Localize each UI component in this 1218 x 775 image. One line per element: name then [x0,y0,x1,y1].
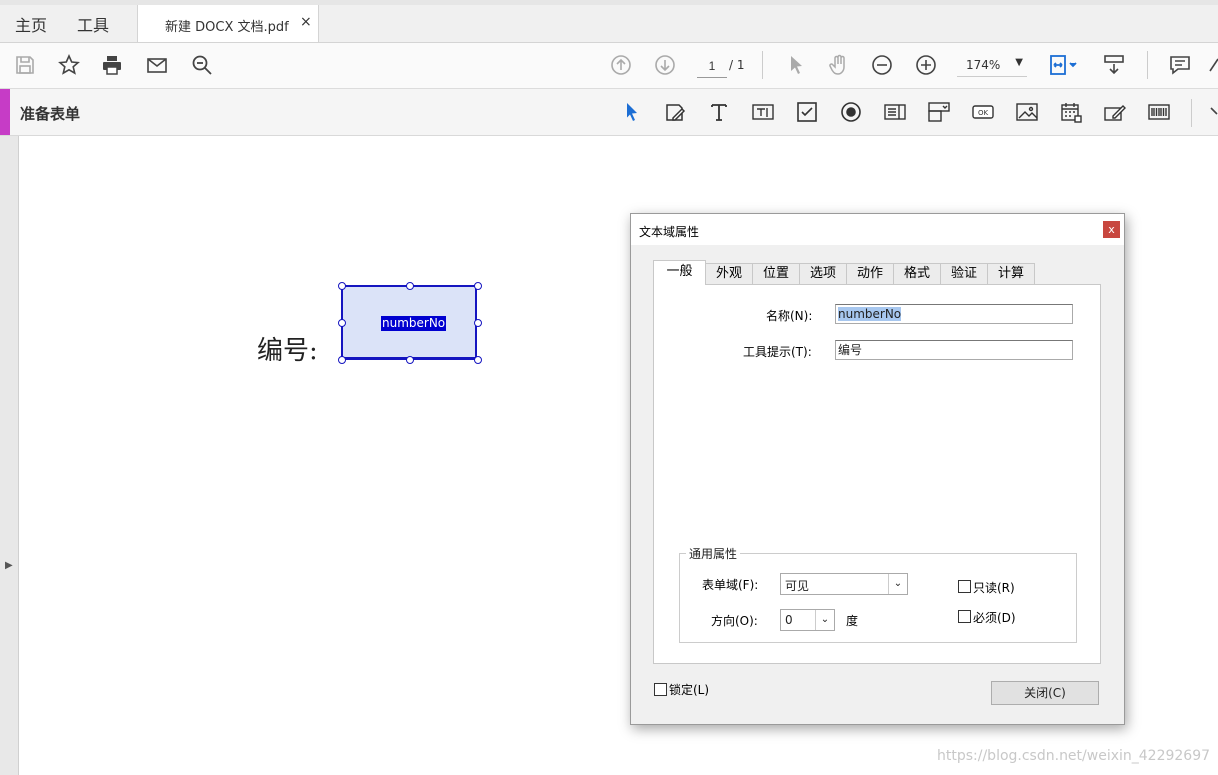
text-field-properties-dialog: 文本域属性 x 一般 外观 位置 选项 动作 格式 验证 计算 名称(N): n… [630,213,1125,725]
dialog-titlebar[interactable]: 文本域属性 x [631,214,1124,245]
select-cursor-icon[interactable] [783,52,809,78]
resize-handle[interactable] [338,282,346,290]
button-field-icon[interactable]: OK [971,100,995,124]
signature-field-icon[interactable] [1103,100,1127,124]
name-label: 名称(N): [766,309,813,323]
page-up-icon[interactable] [608,52,634,78]
resize-handle[interactable] [474,356,482,364]
tooltip-input[interactable]: 编号 [835,340,1073,360]
resize-handle[interactable] [474,319,482,327]
document-tab[interactable]: 新建 DOCX 文档.pdf × [137,5,319,42]
readonly-checkbox[interactable] [958,580,971,593]
resize-handle[interactable] [338,356,346,364]
resize-handle[interactable] [406,356,414,364]
dialog-close-button[interactable]: x [1103,221,1120,238]
search-icon[interactable] [189,52,215,78]
page-down-icon[interactable] [652,52,678,78]
page-number-input[interactable] [697,55,727,78]
edit-form-icon[interactable] [663,100,687,124]
zoom-in-icon[interactable] [913,52,939,78]
chevron-down-icon: ▼ [1015,57,1023,68]
toolbar-divider [762,51,763,79]
watermark-text: https://blog.csdn.net/weixin_42292697 [937,748,1211,764]
list-box-icon[interactable] [883,100,907,124]
document-tab-close-button[interactable]: × [300,14,312,30]
locked-label: 锁定(L) [669,683,710,697]
zoom-select[interactable]: 174% ▼ [957,54,1027,77]
tooltip-label: 工具提示(T): [743,345,812,359]
tooltip-input-value: 编号 [838,343,863,357]
prepare-form-toolbar: 准备表单 OK [0,89,1218,136]
fit-page-icon[interactable] [1045,52,1081,78]
checkbox-icon[interactable] [795,100,819,124]
toolbar-divider [1191,99,1192,127]
zoom-value: 174% [966,58,1001,72]
locked-checkbox[interactable] [654,683,667,696]
tab-format[interactable]: 格式 [893,263,941,284]
date-field-icon[interactable] [1059,100,1083,124]
orientation-label: 方向(O): [711,614,758,628]
scroll-mode-icon[interactable] [1101,52,1127,78]
name-input-value: numberNo [838,307,902,321]
toolbar-divider [1147,51,1148,79]
required-label: 必须(D) [973,611,1016,625]
tool-accent-bar [0,89,10,135]
save-icon[interactable] [12,52,38,78]
star-icon[interactable] [56,52,82,78]
svg-text:OK: OK [978,109,989,117]
field-name-label: numberNo [381,316,447,331]
orientation-value: 0 [785,613,793,627]
form-text-field[interactable]: numberNo [338,282,482,364]
form-field-select[interactable]: 可见 ⌄ [780,573,908,595]
email-icon[interactable] [144,52,170,78]
tab-validate[interactable]: 验证 [940,263,988,284]
select-arrow-icon[interactable] [620,100,644,124]
radio-button-icon[interactable] [839,100,863,124]
chevron-down-icon: ⌄ [815,610,834,630]
main-toolbar: / 1 174% ▼ [0,43,1218,89]
tab-options[interactable]: 选项 [799,263,847,284]
dropdown-icon[interactable] [927,100,951,124]
image-field-icon[interactable] [1015,100,1039,124]
close-button[interactable]: 关闭(C) [991,681,1099,705]
common-properties-group: 通用属性 表单域(F): 可见 ⌄ 方向(O): 0 ⌄ 度 只读(R) 必须(… [679,545,1077,643]
text-field-icon[interactable] [751,100,775,124]
degree-label: 度 [846,614,859,628]
page-total: / 1 [729,58,745,72]
name-input[interactable]: numberNo [835,304,1073,324]
resize-handle[interactable] [474,282,482,290]
barcode-icon[interactable] [1147,100,1171,124]
prepare-form-title: 准备表单 [20,105,81,123]
tab-position[interactable]: 位置 [752,263,800,284]
resize-handle[interactable] [338,319,346,327]
readonly-label: 只读(R) [973,581,1015,595]
document-tab-title: 新建 DOCX 文档.pdf [165,20,289,35]
more-form-tools-icon[interactable] [1208,100,1218,124]
form-field-label: 表单域(F): [702,578,759,592]
form-field-value: 可见 [785,579,810,593]
zoom-out-icon[interactable] [869,52,895,78]
tab-general[interactable]: 一般 [653,260,706,285]
chevron-down-icon: ⌄ [888,574,907,594]
comment-icon[interactable] [1167,52,1193,78]
hand-icon[interactable] [826,52,852,78]
add-text-icon[interactable] [707,100,731,124]
document-label: 编号: [257,336,318,366]
general-tab-panel: 名称(N): numberNo 工具提示(T): 编号 通用属性 表单域(F):… [653,284,1101,664]
tab-appearance[interactable]: 外观 [705,263,753,284]
tab-calculate[interactable]: 计算 [987,263,1035,284]
tab-actions[interactable]: 动作 [846,263,894,284]
required-checkbox[interactable] [958,610,971,623]
dialog-title: 文本域属性 [639,225,700,239]
orientation-select[interactable]: 0 ⌄ [780,609,835,631]
tab-home[interactable]: 主页 [15,12,47,36]
expand-panel-icon[interactable]: ▶ [5,560,13,571]
resize-handle[interactable] [406,282,414,290]
tab-tools[interactable]: 工具 [77,12,109,36]
tab-bar: 主页 工具 新建 DOCX 文档.pdf × [0,0,1218,43]
print-icon[interactable] [99,52,125,78]
left-panel-strip[interactable]: ▶ [0,136,19,775]
more-tools-icon[interactable] [1208,52,1218,78]
common-properties-legend: 通用属性 [686,545,741,562]
